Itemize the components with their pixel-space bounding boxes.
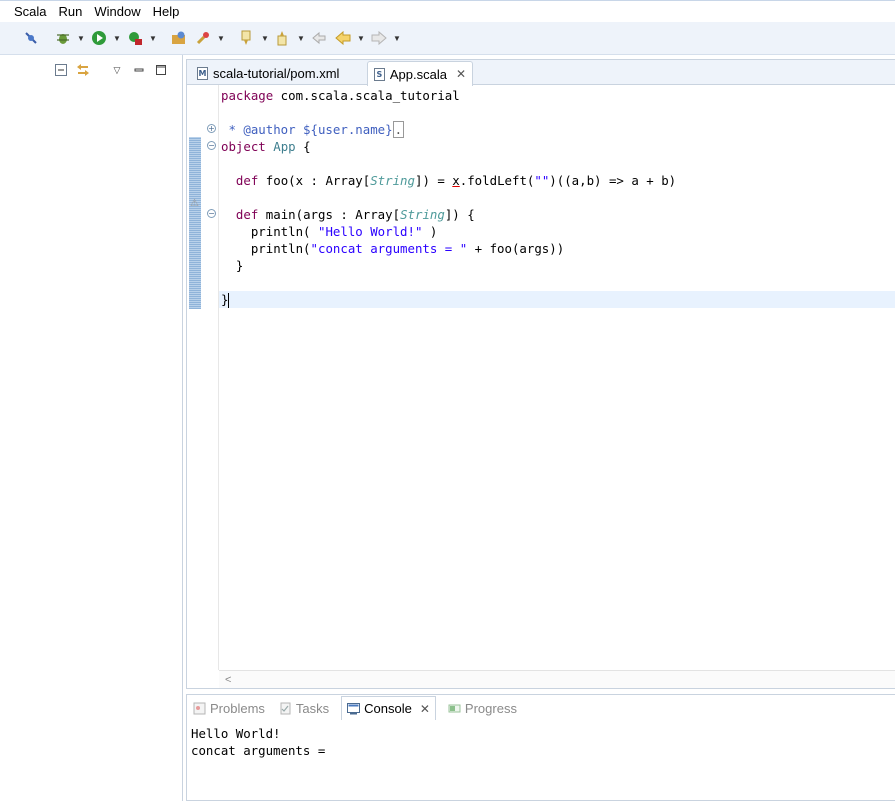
debug-dropdown-icon[interactable]: ▼ xyxy=(76,27,86,49)
warning-marker-icon: ⚠ xyxy=(190,198,199,209)
quick-diff-marker xyxy=(189,137,201,309)
console-line: concat arguments = xyxy=(191,743,333,758)
prev-annotation-icon[interactable] xyxy=(272,27,294,49)
scala-file-icon: S xyxy=(374,67,385,81)
collapse-fold-icon[interactable]: − xyxy=(207,209,216,218)
scroll-left-icon[interactable]: < xyxy=(225,674,231,686)
horizontal-scrollbar[interactable]: < xyxy=(219,670,895,688)
progress-icon xyxy=(448,702,461,715)
current-code-line: } xyxy=(219,291,895,308)
tab-app-label: App.scala xyxy=(389,66,447,82)
next-annotation-dropdown-icon[interactable]: ▼ xyxy=(260,27,270,49)
folding-ruler: + − − xyxy=(202,85,219,670)
console-output[interactable]: Hello World! concat arguments = xyxy=(191,725,333,759)
code-line: def main(args : Array[String]) { xyxy=(235,207,475,222)
code-line: * @author ${user.name}. xyxy=(221,121,405,138)
console-tab-bar: Problems Tasks Console ✕ Progress xyxy=(187,695,895,721)
view-toolbar: ▽ xyxy=(54,63,168,77)
code-line: def foo(x : Array[String]) = x.foldLeft(… xyxy=(235,173,677,188)
code-editor[interactable]: package com.scala.scala_tutorial * @auth… xyxy=(219,87,895,308)
code-line: package com.scala.scala_tutorial xyxy=(221,88,460,103)
console-panel: Problems Tasks Console ✕ Progress Hello … xyxy=(186,694,895,801)
menu-run[interactable]: Run xyxy=(53,2,89,22)
debug-icon[interactable] xyxy=(52,27,74,49)
editor-area: M scala-tutorial/pom.xml S App.scala ✕ ⚠… xyxy=(186,59,895,689)
search-icon[interactable] xyxy=(192,27,214,49)
menu-scala[interactable]: Scala xyxy=(8,2,53,22)
tab-tasks[interactable]: Tasks xyxy=(277,696,331,720)
close-console-icon[interactable]: ✕ xyxy=(420,702,430,716)
text-caret xyxy=(228,293,230,308)
console-icon xyxy=(347,702,361,715)
tab-pom-xml[interactable]: M scala-tutorial/pom.xml xyxy=(191,61,367,85)
editor-tab-bar: M scala-tutorial/pom.xml S App.scala ✕ xyxy=(187,60,895,86)
expand-fold-icon[interactable]: + xyxy=(207,124,216,133)
code-line: } xyxy=(235,258,244,273)
view-menu-icon[interactable]: ▽ xyxy=(110,63,124,77)
prev-annotation-dropdown-icon[interactable]: ▼ xyxy=(296,27,306,49)
maximize-icon[interactable] xyxy=(154,63,168,77)
menu-help[interactable]: Help xyxy=(147,2,186,22)
back-dropdown-icon[interactable]: ▼ xyxy=(356,27,366,49)
console-line: Hello World! xyxy=(191,726,281,741)
code-line: object App { xyxy=(221,139,311,154)
run-icon[interactable] xyxy=(88,27,110,49)
tasks-icon xyxy=(279,702,292,715)
menu-window[interactable]: Window xyxy=(88,2,146,22)
tab-progress[interactable]: Progress xyxy=(446,696,519,720)
code-line: println("concat arguments = " + foo(args… xyxy=(250,241,565,256)
back-icon[interactable] xyxy=(332,27,354,49)
search-dropdown-icon[interactable]: ▼ xyxy=(216,27,226,49)
collapse-fold-icon[interactable]: − xyxy=(207,141,216,150)
next-annotation-icon[interactable] xyxy=(236,27,258,49)
tab-problems[interactable]: Problems xyxy=(191,696,267,720)
collapse-all-icon[interactable] xyxy=(54,63,68,77)
problems-icon xyxy=(193,702,206,715)
skip-breakpoints-icon[interactable] xyxy=(20,27,42,49)
tab-console[interactable]: Console ✕ xyxy=(341,696,436,720)
open-type-icon[interactable] xyxy=(168,27,190,49)
code-line: println( "Hello World!" ) xyxy=(250,224,438,239)
run-dropdown-icon[interactable]: ▼ xyxy=(112,27,122,49)
link-with-editor-icon[interactable] xyxy=(76,63,90,77)
external-tools-icon[interactable] xyxy=(124,27,146,49)
last-edit-location-icon[interactable] xyxy=(308,27,330,49)
menu-bar: Scala Run Window Help xyxy=(0,0,895,22)
main-toolbar: ▼ ▼ ▼ ▼ ▼ ▼ ▼ ▼ xyxy=(0,22,895,55)
forward-dropdown-icon[interactable]: ▼ xyxy=(392,27,402,49)
external-tools-dropdown-icon[interactable]: ▼ xyxy=(148,27,158,49)
close-tab-icon[interactable]: ✕ xyxy=(456,67,466,81)
package-explorer-view: ▽ xyxy=(0,55,183,801)
maven-file-icon: M xyxy=(197,66,208,80)
tab-app-scala[interactable]: S App.scala ✕ xyxy=(367,61,473,86)
forward-icon[interactable] xyxy=(368,27,390,49)
tab-pom-label: scala-tutorial/pom.xml xyxy=(213,65,340,81)
overview-ruler: ⚠ xyxy=(187,85,202,670)
minimize-icon[interactable] xyxy=(132,63,146,77)
